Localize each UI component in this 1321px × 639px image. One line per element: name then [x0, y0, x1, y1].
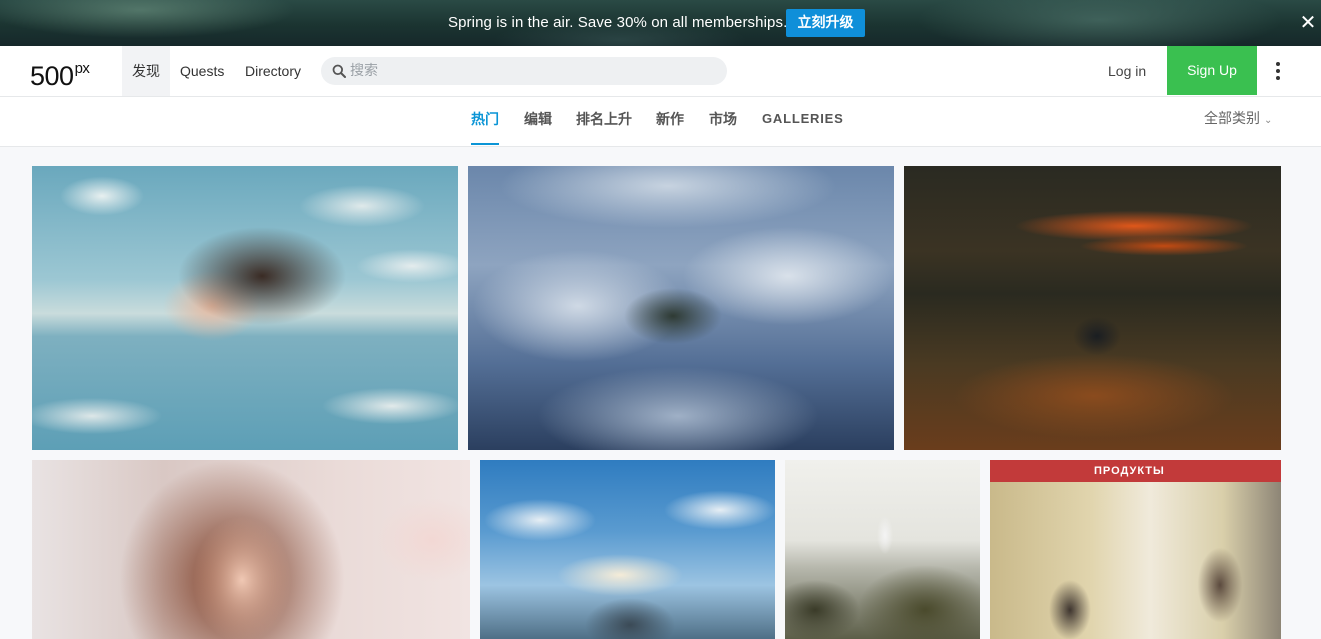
top-header: 500px 发现 Quests Directory Log in Sign Up — [0, 46, 1321, 97]
photo-girl-reflection[interactable] — [32, 166, 458, 450]
promo-text: Spring is in the air. Save 30% on all me… — [448, 14, 788, 31]
category-filter-dropdown[interactable]: 全部类别 ⌄ — [1204, 97, 1272, 141]
signup-button[interactable]: Sign Up — [1167, 46, 1257, 95]
tab-popular[interactable]: 热门 — [471, 97, 499, 145]
logo[interactable]: 500px — [30, 55, 90, 91]
chevron-down-icon: ⌄ — [1264, 115, 1273, 126]
nav-discover[interactable]: 发现 — [122, 46, 170, 96]
tab-editors[interactable]: 编辑 — [524, 97, 552, 145]
tab-fresh[interactable]: 新作 — [656, 97, 684, 145]
upgrade-button[interactable]: 立刻升级 — [786, 9, 865, 37]
more-vertical-icon[interactable] — [1270, 60, 1286, 82]
login-link[interactable]: Log in — [1096, 46, 1158, 96]
close-icon[interactable]: ✕ — [1299, 12, 1317, 32]
photo-foggy-island[interactable] — [468, 166, 894, 450]
tab-market[interactable]: 市场 — [709, 97, 737, 145]
photo-mountain-sky[interactable] — [480, 460, 775, 639]
tab-upcoming[interactable]: 排名上升 — [576, 97, 632, 145]
store-sign-text: ПРОДУКТЫ — [1094, 465, 1165, 477]
search-box[interactable] — [321, 57, 727, 85]
nav-quests[interactable]: Quests — [170, 46, 234, 96]
category-tabs: 热门 编辑 排名上升 新作 市场 GALLERIES 全部类别 ⌄ — [0, 97, 1321, 147]
search-input[interactable] — [350, 59, 710, 83]
promo-banner: Spring is in the air. Save 30% on all me… — [0, 0, 1321, 46]
logo-sup: px — [74, 60, 90, 77]
tab-galleries[interactable]: GALLERIES — [762, 97, 844, 145]
category-filter-label: 全部类别 — [1204, 111, 1260, 127]
photo-street-store[interactable] — [990, 460, 1281, 639]
photo-lighthouse[interactable] — [785, 460, 980, 639]
photo-vintage-car[interactable] — [904, 166, 1281, 450]
search-icon — [332, 64, 346, 78]
logo-text: 500 — [30, 61, 74, 91]
nav-directory[interactable]: Directory — [235, 46, 311, 96]
photo-portrait-woman[interactable] — [32, 460, 470, 639]
